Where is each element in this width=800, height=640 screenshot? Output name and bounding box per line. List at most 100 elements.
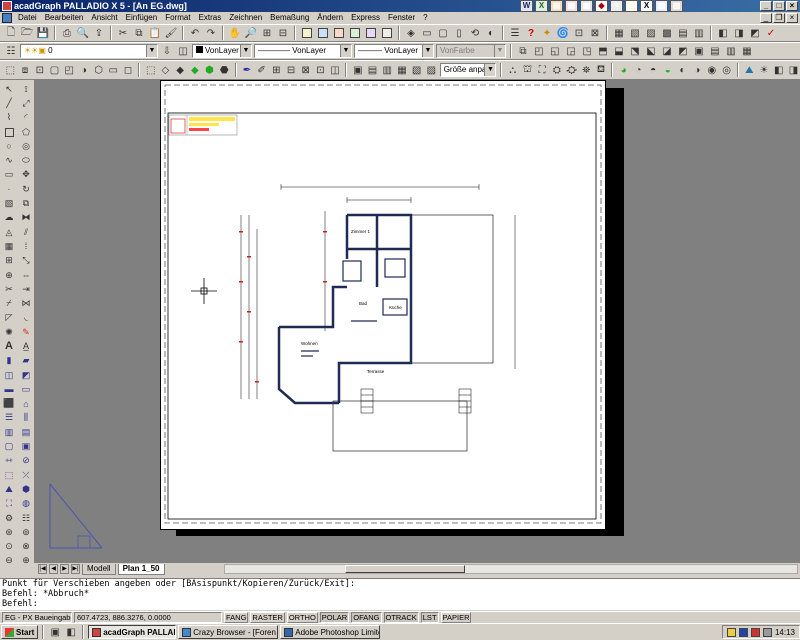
view-side-icon[interactable]: ▯	[452, 26, 466, 40]
sheet-set-icon[interactable]	[348, 26, 362, 40]
pointer-icon[interactable]: ↖	[1, 82, 17, 96]
menu-einfuegen[interactable]: Einfügen	[122, 12, 162, 24]
menu-help[interactable]: ?	[419, 12, 431, 24]
menu-zeichnen[interactable]: Zeichnen	[225, 12, 266, 24]
line-icon[interactable]: ╱	[1, 96, 17, 110]
view-icon[interactable]: ▢	[48, 63, 61, 77]
render-icon[interactable]: ◓	[647, 63, 660, 77]
render-icon[interactable]: ◐	[484, 26, 498, 40]
menu-extras[interactable]: Extras	[195, 12, 226, 24]
viewport-icon[interactable]: ▦	[396, 63, 409, 77]
color-dropdown[interactable]: VonLayer ▼	[192, 44, 252, 58]
clock[interactable]: 14:13	[775, 628, 795, 637]
toggle-otrack[interactable]: OTRACK	[383, 612, 419, 623]
menu-bemassung[interactable]: Bemaßung	[266, 12, 313, 24]
plugin-icon[interactable]: ▤	[550, 0, 563, 12]
layer-manager-icon[interactable]: ☷	[4, 44, 18, 58]
array-icon[interactable]: ⁞	[18, 239, 34, 253]
insert-icon[interactable]: ⊕	[1, 268, 17, 282]
tray-app-icon[interactable]	[750, 627, 760, 637]
zoom-window-icon[interactable]: ⊞	[260, 26, 274, 40]
zoom-previous-icon[interactable]: ⊟	[276, 26, 290, 40]
toggle-ofang[interactable]: OFANG	[351, 612, 382, 623]
toggle-fang[interactable]: FANG	[224, 612, 249, 623]
beam-icon[interactable]: ▭	[18, 382, 34, 396]
command-line[interactable]: Punkt für Verschieben angeben oder [BAsi…	[0, 578, 800, 610]
rectangle-icon[interactable]	[1, 125, 17, 139]
print-icon[interactable]: ⎙	[60, 26, 74, 40]
tool-icon[interactable]: ▦	[740, 44, 754, 58]
chamfer-icon[interactable]: ◸	[1, 311, 17, 325]
palladio-icon[interactable]: ⛮	[565, 63, 578, 77]
extend-icon[interactable]: ⇥	[18, 282, 34, 296]
pan-icon[interactable]: ✋	[228, 26, 242, 40]
cut-icon[interactable]: ✂	[116, 26, 130, 40]
block-icon[interactable]: ▨	[644, 26, 658, 40]
view-3d-icon[interactable]: ◈	[404, 26, 418, 40]
circle-icon[interactable]: ○	[1, 139, 17, 153]
tool-icon[interactable]: ⬔	[628, 44, 642, 58]
close-x-icon[interactable]: X	[640, 0, 653, 12]
render-icon[interactable]: ◐	[676, 63, 689, 77]
stretch-icon[interactable]: ⇔	[18, 268, 34, 282]
plugin-icon[interactable]: ◉	[625, 0, 638, 12]
shade-icon[interactable]: ⬣	[218, 63, 231, 77]
plugin-icon[interactable]: ▥	[655, 0, 668, 12]
star-icon[interactable]: ✦	[540, 26, 554, 40]
last-tab-button[interactable]: ▶|	[71, 564, 80, 574]
orbit-icon[interactable]: ⟲	[468, 26, 482, 40]
furniture-icon[interactable]: ⛶	[1, 497, 17, 511]
maximize-button[interactable]: □	[773, 1, 785, 11]
symbol-icon[interactable]: ⊗	[18, 540, 34, 554]
block-icon[interactable]: ⊞	[1, 254, 17, 268]
view-icon[interactable]: ⬚	[1, 468, 17, 482]
view-icon[interactable]: ◻	[122, 63, 135, 77]
speaker-icon[interactable]	[726, 627, 736, 637]
terrain-icon[interactable]: ⛰	[1, 482, 17, 496]
break-icon[interactable]: ⌿	[1, 296, 17, 310]
tool-icon[interactable]: ◳	[580, 44, 594, 58]
view-icon[interactable]: ◰	[63, 63, 76, 77]
view-icon[interactable]: ◑	[78, 63, 91, 77]
redo-icon[interactable]: ↷	[204, 26, 218, 40]
point-icon[interactable]: ·	[1, 182, 17, 196]
tool-icon[interactable]: ⬒	[596, 44, 610, 58]
menu-aendern[interactable]: Ändern	[313, 12, 347, 24]
polyline-icon[interactable]: ⌇	[1, 111, 17, 125]
menu-datei[interactable]: Datei	[14, 12, 41, 24]
view-front-icon[interactable]: ▭	[420, 26, 434, 40]
palette-icon[interactable]: ◨	[732, 26, 746, 40]
rectangle-icon[interactable]: ▭	[1, 168, 17, 182]
shade-icon[interactable]: ◆	[174, 63, 187, 77]
block-icon[interactable]: ▦	[612, 26, 626, 40]
view-icon[interactable]: ⧈	[19, 63, 32, 77]
check-icon[interactable]: ✓	[764, 26, 778, 40]
plugin-icon[interactable]: ▦	[565, 0, 578, 12]
block-icon[interactable]: ▩	[660, 26, 674, 40]
plugin-icon[interactable]: ▣	[580, 0, 593, 12]
shade-icon[interactable]: ⬚	[144, 63, 157, 77]
ellipse-icon[interactable]: ⬭	[18, 153, 34, 167]
mirror-icon[interactable]: ⧓	[18, 211, 34, 225]
block-icon[interactable]: ▥	[692, 26, 706, 40]
task-photoshop[interactable]: Adobe Photoshop Limited ...	[280, 625, 381, 639]
scrollbar-thumb[interactable]	[345, 565, 465, 573]
hatch-icon[interactable]: ▧	[1, 196, 17, 210]
symbol-icon[interactable]: ⊕	[18, 554, 34, 568]
layer-dropdown[interactable]: ☀☀▣ 0 ▼	[20, 44, 158, 58]
revcloud-icon[interactable]: ☁	[1, 211, 17, 225]
doc-close-button[interactable]: ×	[786, 13, 798, 23]
menu-express[interactable]: Express	[347, 12, 384, 24]
new-file-icon[interactable]: 🗋	[4, 26, 18, 40]
move-icon[interactable]: ✥	[18, 168, 34, 182]
monitor-icon[interactable]	[738, 627, 748, 637]
wall-join-icon[interactable]: ▰	[18, 354, 34, 368]
command-prompt[interactable]: Befehl:	[2, 599, 800, 609]
plugin-icon[interactable]: ⊠	[588, 26, 602, 40]
toggle-ortho[interactable]: ORTHO	[286, 612, 318, 623]
menu-format[interactable]: Format	[161, 12, 194, 24]
next-tab-button[interactable]: ▶	[60, 564, 69, 574]
edit-icon[interactable]: ✐	[255, 63, 268, 77]
view-top-icon[interactable]: ▢	[436, 26, 450, 40]
list-icon[interactable]: ☷	[18, 511, 34, 525]
